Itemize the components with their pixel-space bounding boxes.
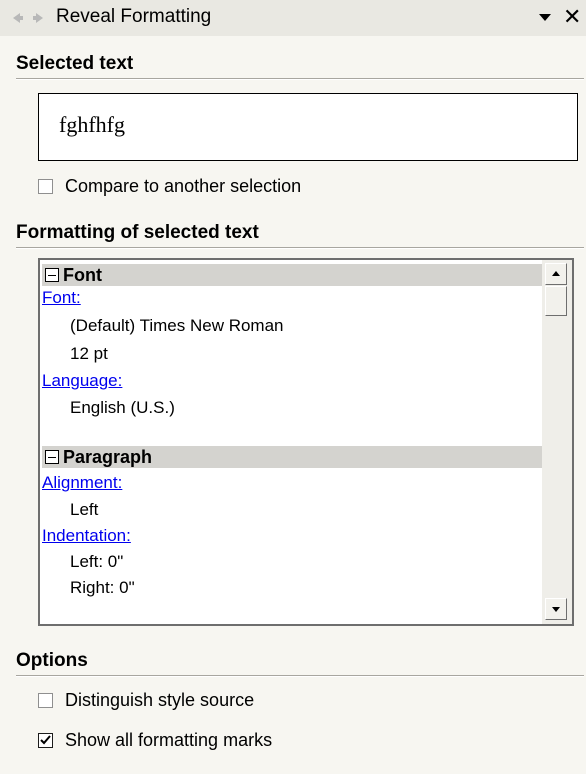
font-size-value: 12 pt (70, 344, 108, 363)
checkmark-icon (40, 735, 51, 745)
section-divider (16, 675, 584, 677)
forward-arrow-icon[interactable] (32, 11, 46, 25)
compare-checkbox[interactable] (38, 179, 53, 194)
distinguish-option[interactable]: Distinguish style source (38, 690, 254, 711)
language-value: English (U.S.) (70, 398, 175, 417)
show-marks-option[interactable]: Show all formatting marks (38, 730, 272, 751)
selected-text-preview: fghfhfg (38, 93, 578, 161)
font-value: (Default) Times New Roman (70, 316, 284, 335)
down-arrow-icon (552, 607, 560, 612)
formatting-list[interactable]: Font Font: (Default) Times New Roman 12 … (38, 258, 574, 626)
indentation-link[interactable]: Indentation: (42, 526, 131, 546)
options-heading: Options (16, 650, 88, 671)
show-marks-checkbox[interactable] (38, 733, 53, 748)
formatting-list-content: Font Font: (Default) Times New Roman 12 … (40, 260, 544, 624)
vertical-scrollbar[interactable] (542, 260, 572, 624)
indent-left-value: Left: 0" (70, 552, 124, 571)
task-pane-titlebar: Reveal Formatting ✕ (0, 0, 586, 36)
distinguish-checkbox[interactable] (38, 693, 53, 708)
up-arrow-icon (552, 271, 560, 276)
dropdown-triangle-icon[interactable] (538, 10, 552, 24)
group-title: Paragraph (63, 446, 153, 467)
scroll-down-button[interactable] (545, 598, 567, 620)
selected-text-heading: Selected text (16, 53, 134, 74)
scroll-up-button[interactable] (545, 263, 567, 285)
compare-option[interactable]: Compare to another selection (38, 176, 301, 197)
scroll-thumb[interactable] (545, 286, 567, 316)
selected-text-sample: fghfhfg (59, 112, 125, 137)
language-link[interactable]: Language: (42, 371, 122, 391)
group-header-font[interactable]: Font (42, 264, 542, 286)
distinguish-label: Distinguish style source (65, 690, 255, 710)
font-link[interactable]: Font: (42, 288, 81, 308)
group-title: Font (63, 264, 102, 285)
alignment-value: Left (70, 500, 99, 519)
indent-right-value: Right: 0" (70, 578, 135, 597)
back-arrow-icon[interactable] (10, 11, 24, 25)
collapse-icon[interactable] (45, 450, 59, 464)
collapse-icon[interactable] (45, 268, 59, 282)
close-icon[interactable]: ✕ (563, 4, 581, 30)
formatting-heading: Formatting of selected text (16, 222, 259, 243)
group-header-paragraph[interactable]: Paragraph (42, 446, 542, 468)
task-pane-title: Reveal Formatting (56, 6, 212, 27)
section-divider (16, 247, 584, 249)
compare-label: Compare to another selection (65, 176, 302, 196)
alignment-link[interactable]: Alignment: (42, 473, 122, 493)
show-marks-label: Show all formatting marks (65, 730, 273, 750)
section-divider (16, 78, 584, 80)
